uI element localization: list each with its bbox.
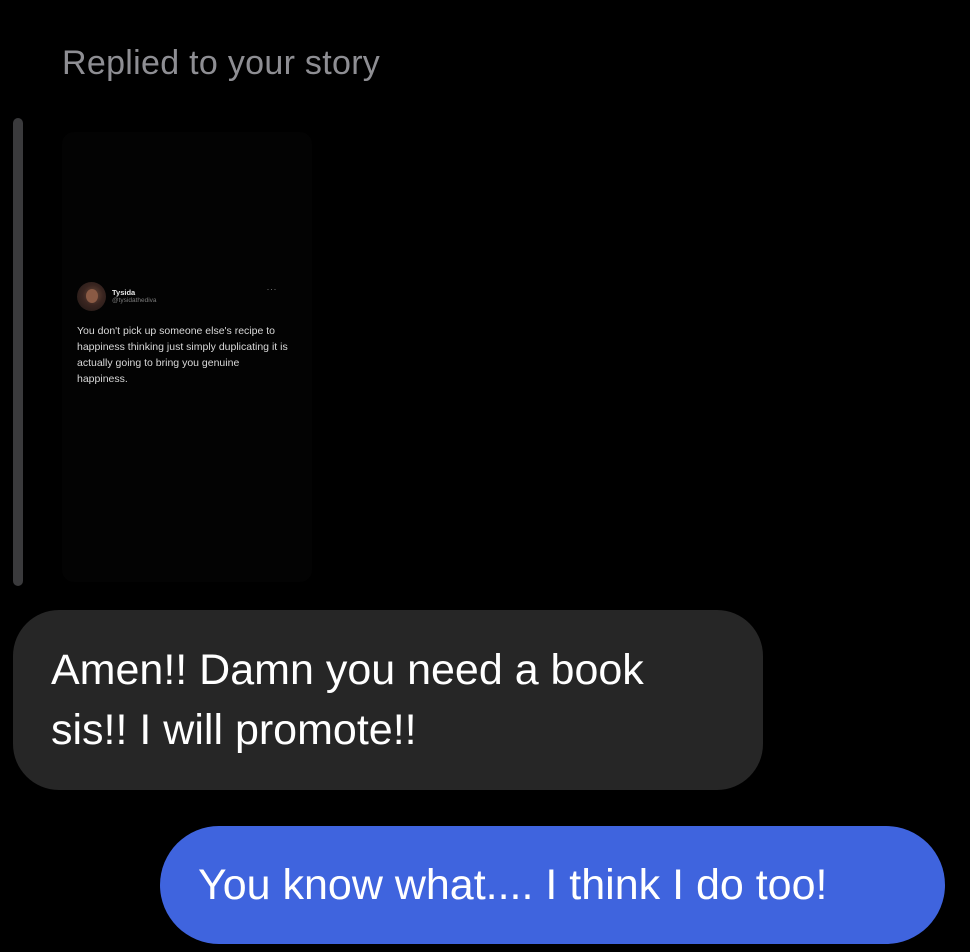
outgoing-message-text: You know what.... I think I do too!	[198, 861, 828, 909]
incoming-message-text: Amen!! Damn you need a book sis!! I will…	[51, 646, 644, 754]
tweet-card: Tysida @tysidathediva ··· You don't pick…	[77, 282, 292, 387]
tweet-author-name: Tysida	[112, 287, 136, 297]
tweet-text: You don't pick up someone else's recipe …	[77, 325, 288, 385]
tweet-header: Tysida @tysidathediva ···	[77, 282, 292, 311]
avatar	[77, 282, 106, 311]
more-options-icon: ···	[266, 284, 277, 294]
tweet-author-handle: @tysidathediva	[112, 297, 157, 304]
tweet-names: Tysida @tysidathediva	[112, 287, 157, 305]
reply-quote-bar	[13, 118, 23, 586]
reply-label: Replied to your story	[62, 44, 381, 82]
story-preview[interactable]: Tysida @tysidathediva ··· You don't pick…	[62, 132, 312, 582]
outgoing-message-bubble[interactable]: You know what.... I think I do too!	[160, 826, 945, 944]
incoming-message-bubble[interactable]: Amen!! Damn you need a book sis!! I will…	[13, 610, 763, 790]
